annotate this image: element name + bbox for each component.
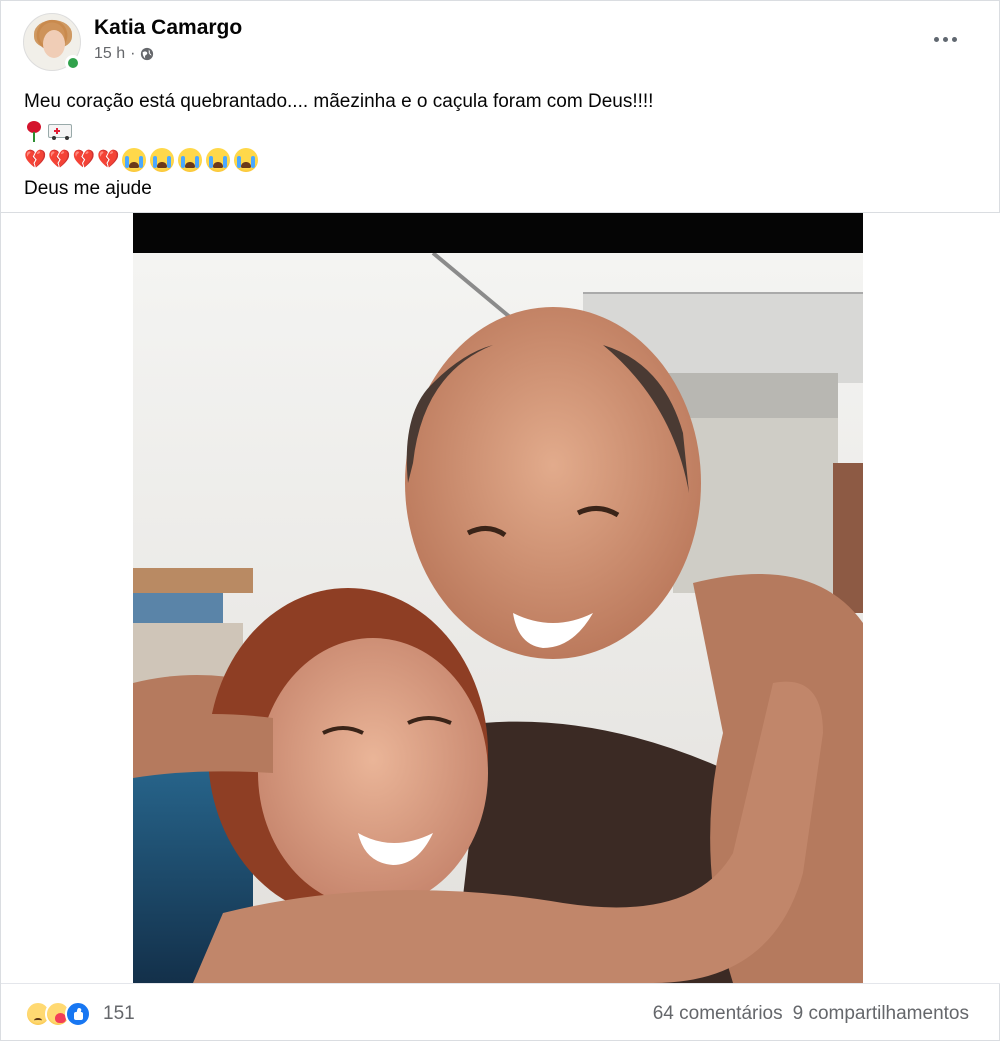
dot — [933, 36, 939, 42]
loudly-crying-face-icon — [177, 147, 202, 172]
photo-black-bar — [133, 213, 863, 253]
reactions-summary[interactable]: 151 — [25, 1001, 135, 1027]
photo-area — [1, 213, 1000, 983]
post-time[interactable]: 15 h — [94, 45, 125, 63]
post-stats: 64 comentários 9 compartilhamentos — [653, 1003, 969, 1025]
reaction-count[interactable]: 151 — [103, 1003, 135, 1025]
dot — [942, 36, 948, 42]
footer-divider — [1, 983, 1000, 984]
post-text-line-1: Meu coração está quebrantado.... mãezinh… — [24, 91, 654, 112]
comments-count[interactable]: 64 comentários — [653, 1003, 783, 1025]
shares-count[interactable]: 9 compartilhamentos — [793, 1003, 969, 1025]
post-header: Katia Camargo 15 h · — [1, 1, 1000, 91]
post-text-line-4: Deus me ajude — [24, 178, 152, 199]
broken-heart-icon: 💔 — [24, 148, 47, 170]
post-text: Meu coração está quebrantado.... mãezinh… — [24, 87, 974, 203]
emoji-row-rose-ambulance — [24, 116, 974, 145]
facebook-post: Katia Camargo 15 h · Meu coração está qu… — [0, 0, 1000, 1041]
loudly-crying-face-icon — [233, 147, 258, 172]
post-photo[interactable] — [133, 213, 863, 983]
dot — [951, 36, 957, 42]
author-name[interactable]: Katia Camargo — [94, 16, 242, 40]
broken-heart-icon: 💔 — [48, 148, 71, 170]
ambulance-icon — [48, 123, 72, 140]
online-status-dot — [65, 55, 81, 71]
meta-separator: · — [130, 45, 136, 62]
broken-heart-icon: 💔 — [72, 148, 96, 170]
like-icon — [65, 1001, 91, 1027]
loudly-crying-face-icon — [149, 147, 174, 172]
loudly-crying-face-icon — [205, 147, 230, 172]
loudly-crying-face-icon — [121, 147, 146, 172]
emoji-row-hearts-crying: 💔 💔 💔 💔 — [24, 145, 974, 174]
photo-illustration — [133, 253, 863, 983]
post-meta: 15 h · — [94, 45, 154, 63]
avatar-face — [43, 30, 65, 58]
globe-icon[interactable] — [140, 47, 154, 61]
broken-heart-icon: 💔 — [97, 148, 120, 170]
rose-icon — [24, 120, 44, 142]
more-options-icon[interactable] — [929, 27, 961, 51]
